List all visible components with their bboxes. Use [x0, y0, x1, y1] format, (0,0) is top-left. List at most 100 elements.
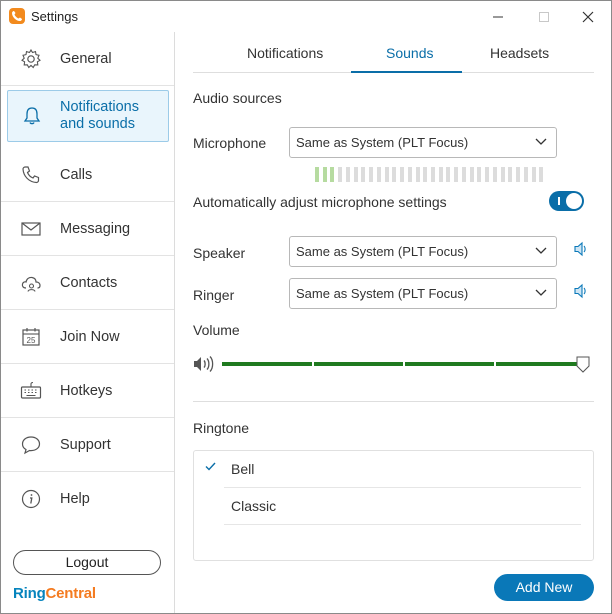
speaker-test-icon[interactable] — [573, 241, 589, 257]
level-segment — [501, 167, 505, 182]
level-segment — [524, 167, 528, 182]
level-segment — [323, 167, 327, 182]
sidebar-item-general[interactable]: General — [1, 32, 174, 86]
sidebar-item-label: Join Now — [60, 329, 120, 345]
ringtone-option-classic[interactable]: Classic — [224, 488, 581, 525]
microphone-select[interactable]: Same as System (PLT Focus) — [289, 127, 557, 158]
sidebar-item-label: Messaging — [60, 221, 131, 237]
level-segment — [454, 167, 458, 182]
volume-label: Volume — [193, 322, 240, 338]
sidebar-item-label: Calls — [60, 167, 93, 183]
sidebar-item-join-now[interactable]: 25 Join Now — [1, 310, 174, 364]
level-segment — [408, 167, 412, 182]
volume-icon — [194, 356, 214, 372]
ringtone-option-label: Classic — [231, 498, 277, 514]
level-segment — [539, 167, 543, 182]
gear-icon — [21, 48, 41, 69]
add-new-ringtone-button[interactable]: Add New — [494, 574, 594, 601]
close-icon — [582, 11, 594, 23]
sounds-panel: Audio sources Microphone Same as System … — [175, 73, 611, 613]
sidebar-item-label: Support — [60, 437, 111, 453]
sidebar-item-calls[interactable]: Calls — [1, 148, 174, 202]
title-bar: Settings — [1, 1, 611, 32]
speech-bubble-icon — [21, 436, 41, 455]
minimize-button[interactable] — [475, 1, 521, 32]
level-segment — [400, 167, 404, 182]
level-segment — [377, 167, 381, 182]
settings-tabs: Notifications Sounds Headsets — [193, 32, 594, 73]
speaker-select-value: Same as System (PLT Focus) — [296, 244, 469, 259]
sidebar-item-messaging[interactable]: Messaging — [1, 202, 174, 256]
sidebar-item-label: Notifications and sounds — [60, 99, 139, 132]
app-phone-icon — [9, 8, 25, 24]
svg-text:25: 25 — [27, 336, 36, 345]
level-segment — [346, 167, 350, 182]
level-segment — [361, 167, 365, 182]
bell-icon — [23, 107, 41, 125]
level-segment — [423, 167, 427, 182]
level-segment — [462, 167, 466, 182]
window-title: Settings — [31, 9, 78, 24]
ringer-label: Ringer — [193, 287, 235, 303]
ringer-select[interactable]: Same as System (PLT Focus) — [289, 278, 557, 309]
volume-slider-track[interactable] — [222, 362, 584, 366]
minimize-icon — [493, 16, 503, 18]
sidebar-item-label: Contacts — [60, 275, 118, 291]
audio-sources-heading: Audio sources — [193, 90, 282, 106]
chevron-down-icon — [535, 138, 547, 145]
tab-headsets[interactable]: Headsets — [490, 45, 549, 61]
sidebar-item-hotkeys[interactable]: Hotkeys — [1, 364, 174, 418]
maximize-button[interactable] — [521, 1, 567, 32]
level-segment — [439, 167, 443, 182]
sidebar-item-contacts[interactable]: Contacts — [1, 256, 174, 310]
level-segment — [516, 167, 520, 182]
auto-adjust-toggle[interactable] — [549, 191, 584, 211]
ringtone-list: Bell Classic — [193, 450, 594, 561]
calendar-icon: 25 — [22, 328, 40, 346]
level-segment — [385, 167, 389, 182]
ringtone-option-bell[interactable]: Bell — [224, 451, 581, 488]
auto-adjust-label: Automatically adjust microphone settings — [193, 194, 447, 210]
level-segment — [330, 167, 334, 182]
cloud-contacts-icon — [21, 276, 41, 292]
tab-notifications[interactable]: Notifications — [247, 45, 323, 61]
sidebar-item-label: Help — [60, 491, 90, 507]
speaker-label: Speaker — [193, 245, 246, 261]
checkmark-icon — [205, 462, 216, 471]
level-segment — [532, 167, 536, 182]
level-segment — [485, 167, 489, 182]
sidebar-item-support[interactable]: Support — [1, 418, 174, 472]
level-segment — [315, 167, 319, 182]
chevron-down-icon — [535, 289, 547, 296]
sidebar-item-label: General — [60, 51, 112, 67]
sidebar-item-help[interactable]: Help — [1, 472, 174, 526]
sidebar-item-label: Hotkeys — [60, 383, 113, 399]
ringtone-option-label: Bell — [231, 461, 255, 477]
phone-icon — [22, 166, 40, 184]
close-button[interactable] — [565, 1, 611, 32]
level-segment — [416, 167, 420, 182]
level-segment — [338, 167, 342, 182]
sidebar-item-notifications[interactable]: Notifications and sounds — [7, 90, 169, 142]
level-segment — [470, 167, 474, 182]
section-divider — [193, 401, 594, 402]
chevron-down-icon — [535, 247, 547, 254]
level-segment — [431, 167, 435, 182]
logout-button[interactable]: Logout — [13, 550, 161, 575]
level-segment — [369, 167, 373, 182]
level-segment — [354, 167, 358, 182]
level-segment — [493, 167, 497, 182]
ringer-test-icon[interactable] — [573, 283, 589, 299]
tab-sounds[interactable]: Sounds — [386, 45, 433, 61]
level-segment — [446, 167, 450, 182]
ringcentral-logo: RingCentral — [13, 585, 96, 602]
level-segment — [508, 167, 512, 182]
settings-window: Settings General Notifications and sound… — [0, 0, 612, 614]
volume-slider-thumb[interactable] — [576, 356, 590, 373]
level-segment — [477, 167, 481, 182]
ringer-select-value: Same as System (PLT Focus) — [296, 286, 469, 301]
keyboard-icon — [20, 381, 42, 399]
level-segment — [392, 167, 396, 182]
speaker-select[interactable]: Same as System (PLT Focus) — [289, 236, 557, 267]
info-icon — [21, 489, 41, 509]
